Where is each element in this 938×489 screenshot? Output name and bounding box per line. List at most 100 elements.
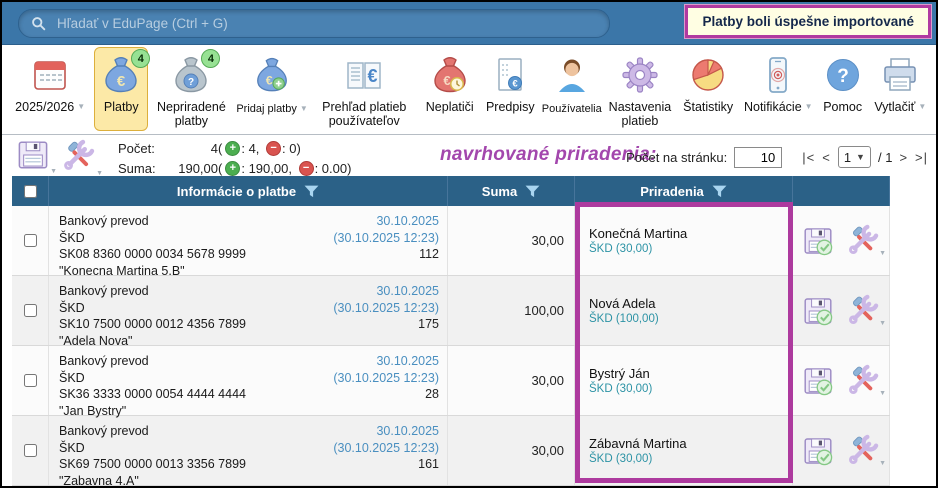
floppy-check-icon xyxy=(802,365,834,397)
toolbar-item-statistiky[interactable]: Štatistiky xyxy=(676,47,739,131)
moneybag-question-icon: ? 4 xyxy=(171,52,211,98)
filter-icon[interactable] xyxy=(525,185,540,198)
svg-text:€: € xyxy=(117,73,126,90)
tools-icon xyxy=(845,433,880,468)
search-icon xyxy=(31,16,46,31)
tools-icon xyxy=(60,138,96,174)
toolbar-item-notifikacie[interactable]: Notifikácie▼ xyxy=(740,47,817,131)
toolbar-item-label: Vytlačiť xyxy=(874,100,915,114)
calendar-icon xyxy=(30,52,70,98)
payment-datetime: (30.10.2025 12:23) xyxy=(333,300,439,317)
row-tools-button[interactable]: ▼ xyxy=(845,433,880,468)
chevron-down-icon: ▼ xyxy=(879,390,886,397)
svg-text:€: € xyxy=(368,66,378,86)
payment-category: ŠKD xyxy=(59,370,246,387)
row-checkbox[interactable] xyxy=(24,304,37,317)
chevron-down-icon: ▼ xyxy=(879,320,886,327)
row-checkbox[interactable] xyxy=(24,444,37,457)
assignee-name: Bystrý Ján xyxy=(589,366,792,381)
nepriradene-badge: 4 xyxy=(201,49,220,68)
filter-icon[interactable] xyxy=(712,185,727,198)
plus-icon xyxy=(225,161,240,176)
toolbar-item-label: Platby xyxy=(104,100,139,114)
search-input[interactable] xyxy=(55,15,597,32)
table-row: Bankový prevod ŠKD SK10 7500 0000 0012 4… xyxy=(12,276,890,346)
toolbar-item-label: 2025/2026 xyxy=(15,100,74,114)
save-assignment-button[interactable] xyxy=(802,365,834,397)
chevron-down-icon: ▼ xyxy=(300,104,308,113)
payment-note: "Zabavna 4.A" xyxy=(59,473,246,489)
svg-text:?: ? xyxy=(188,77,194,88)
payment-method: Bankový prevod xyxy=(59,353,246,370)
toolbar-item-label: Predpisy xyxy=(486,100,535,114)
tools-icon xyxy=(845,363,880,398)
toolbar-item-label: Pridaj platby xyxy=(236,103,297,115)
toolbar-item-label: Notifikácie xyxy=(744,100,802,114)
gear-icon xyxy=(620,52,660,98)
chevron-down-icon: ▼ xyxy=(805,102,813,111)
row-checkbox[interactable] xyxy=(24,234,37,247)
select-all-checkbox[interactable] xyxy=(24,185,37,198)
toolbar-item-prehlad-platieb[interactable]: € Prehľad platieb používateľov xyxy=(310,47,419,131)
payment-datetime: (30.10.2025 12:23) xyxy=(333,370,439,387)
toolbar-item-label: Štatistiky xyxy=(683,100,733,114)
chevron-down-icon: ▼ xyxy=(879,250,886,257)
save-assignment-button[interactable] xyxy=(802,295,834,327)
payment-date: 30.10.2025 xyxy=(333,423,439,440)
summary-bar: ▼ ▼ Počet:4 (: 4, : 0) Suma:190,00 (: 19… xyxy=(2,136,936,176)
row-tools-button[interactable]: ▼ xyxy=(845,293,880,328)
svg-text:€: € xyxy=(443,73,450,88)
row-checkbox[interactable] xyxy=(24,374,37,387)
assignment-detail: ŠKD (100,00) xyxy=(589,313,792,325)
per-page-input[interactable] xyxy=(734,147,782,168)
help-icon: ? xyxy=(823,52,863,98)
payment-number: 161 xyxy=(333,456,439,473)
toolbar-item-pomoc[interactable]: ? Pomoc xyxy=(817,47,869,131)
first-page-button[interactable]: |< xyxy=(802,150,815,165)
floppy-check-icon xyxy=(802,435,834,467)
count-minus: : 0) xyxy=(282,139,301,159)
amount-cell: 30,00 xyxy=(448,206,575,275)
search-box[interactable] xyxy=(18,9,610,38)
prev-page-button[interactable]: < xyxy=(822,150,831,165)
payment-date: 30.10.2025 xyxy=(333,283,439,300)
tools-menu-button[interactable]: ▼ xyxy=(60,138,96,179)
floppy-check-icon xyxy=(802,225,834,257)
assignment-cell: Konečná Martina ŠKD (30,00) xyxy=(575,206,793,275)
payment-datetime: (30.10.2025 12:23) xyxy=(333,440,439,457)
count-plus: : 4, xyxy=(241,139,263,159)
import-success-toast: Platby boli úspešne importované xyxy=(685,5,931,38)
toolbar-item-pridaj-platby[interactable]: € Pridaj platby▼ xyxy=(235,47,310,131)
floppy-icon xyxy=(16,138,50,172)
next-page-button[interactable]: > xyxy=(899,150,908,165)
payment-iban: SK36 3333 0000 0054 4444 4444 xyxy=(59,386,246,403)
toolbar-item-pouzivatelia[interactable]: Používatelia xyxy=(540,47,603,131)
moneybag-add-icon: € xyxy=(253,52,291,98)
page-select[interactable]: 1▼ xyxy=(838,146,871,168)
filter-icon[interactable] xyxy=(304,185,319,198)
toolbar-item-nepriradene-platby[interactable]: ? 4 Nepriradené platby xyxy=(148,47,234,131)
toolbar-item-platby[interactable]: € 4 Platby xyxy=(94,47,148,131)
toolbar-item-predpisy[interactable]: € Predpisy xyxy=(480,47,540,131)
table-row: Bankový prevod ŠKD SK69 7500 0000 0013 3… xyxy=(12,416,890,486)
row-tools-button[interactable]: ▼ xyxy=(845,223,880,258)
save-assignment-button[interactable] xyxy=(802,225,834,257)
toolbar-item-nastavenia-platieb[interactable]: Nastavenia platieb xyxy=(603,47,676,131)
last-page-button[interactable]: >| xyxy=(915,150,928,165)
toolbar-item-label: Používatelia xyxy=(542,103,602,115)
plus-icon xyxy=(225,141,240,156)
assignee-name: Nová Adela xyxy=(589,296,792,311)
chevron-down-icon: ▼ xyxy=(50,168,57,175)
save-all-button[interactable]: ▼ xyxy=(16,138,50,177)
toolbar-item-school-year[interactable]: 2025/2026▼ xyxy=(6,47,94,131)
save-assignment-button[interactable] xyxy=(802,435,834,467)
document-euro-icon: € xyxy=(490,52,530,98)
toolbar-item-vytlacit[interactable]: Vytlačiť▼ xyxy=(869,47,932,131)
toolbar-item-label: Pomoc xyxy=(823,100,862,114)
printer-icon xyxy=(880,52,920,98)
table-header-row: Informácie o platbe Suma Priradenia xyxy=(12,176,890,206)
payment-info-cell: Bankový prevod ŠKD SK08 8360 0000 0034 5… xyxy=(49,206,448,275)
totals-block: Počet:4 (: 4, : 0) Suma:190,00 (: 190,00… xyxy=(118,139,351,178)
toolbar-item-neplatici[interactable]: € Neplatiči xyxy=(419,47,480,131)
row-tools-button[interactable]: ▼ xyxy=(845,363,880,398)
